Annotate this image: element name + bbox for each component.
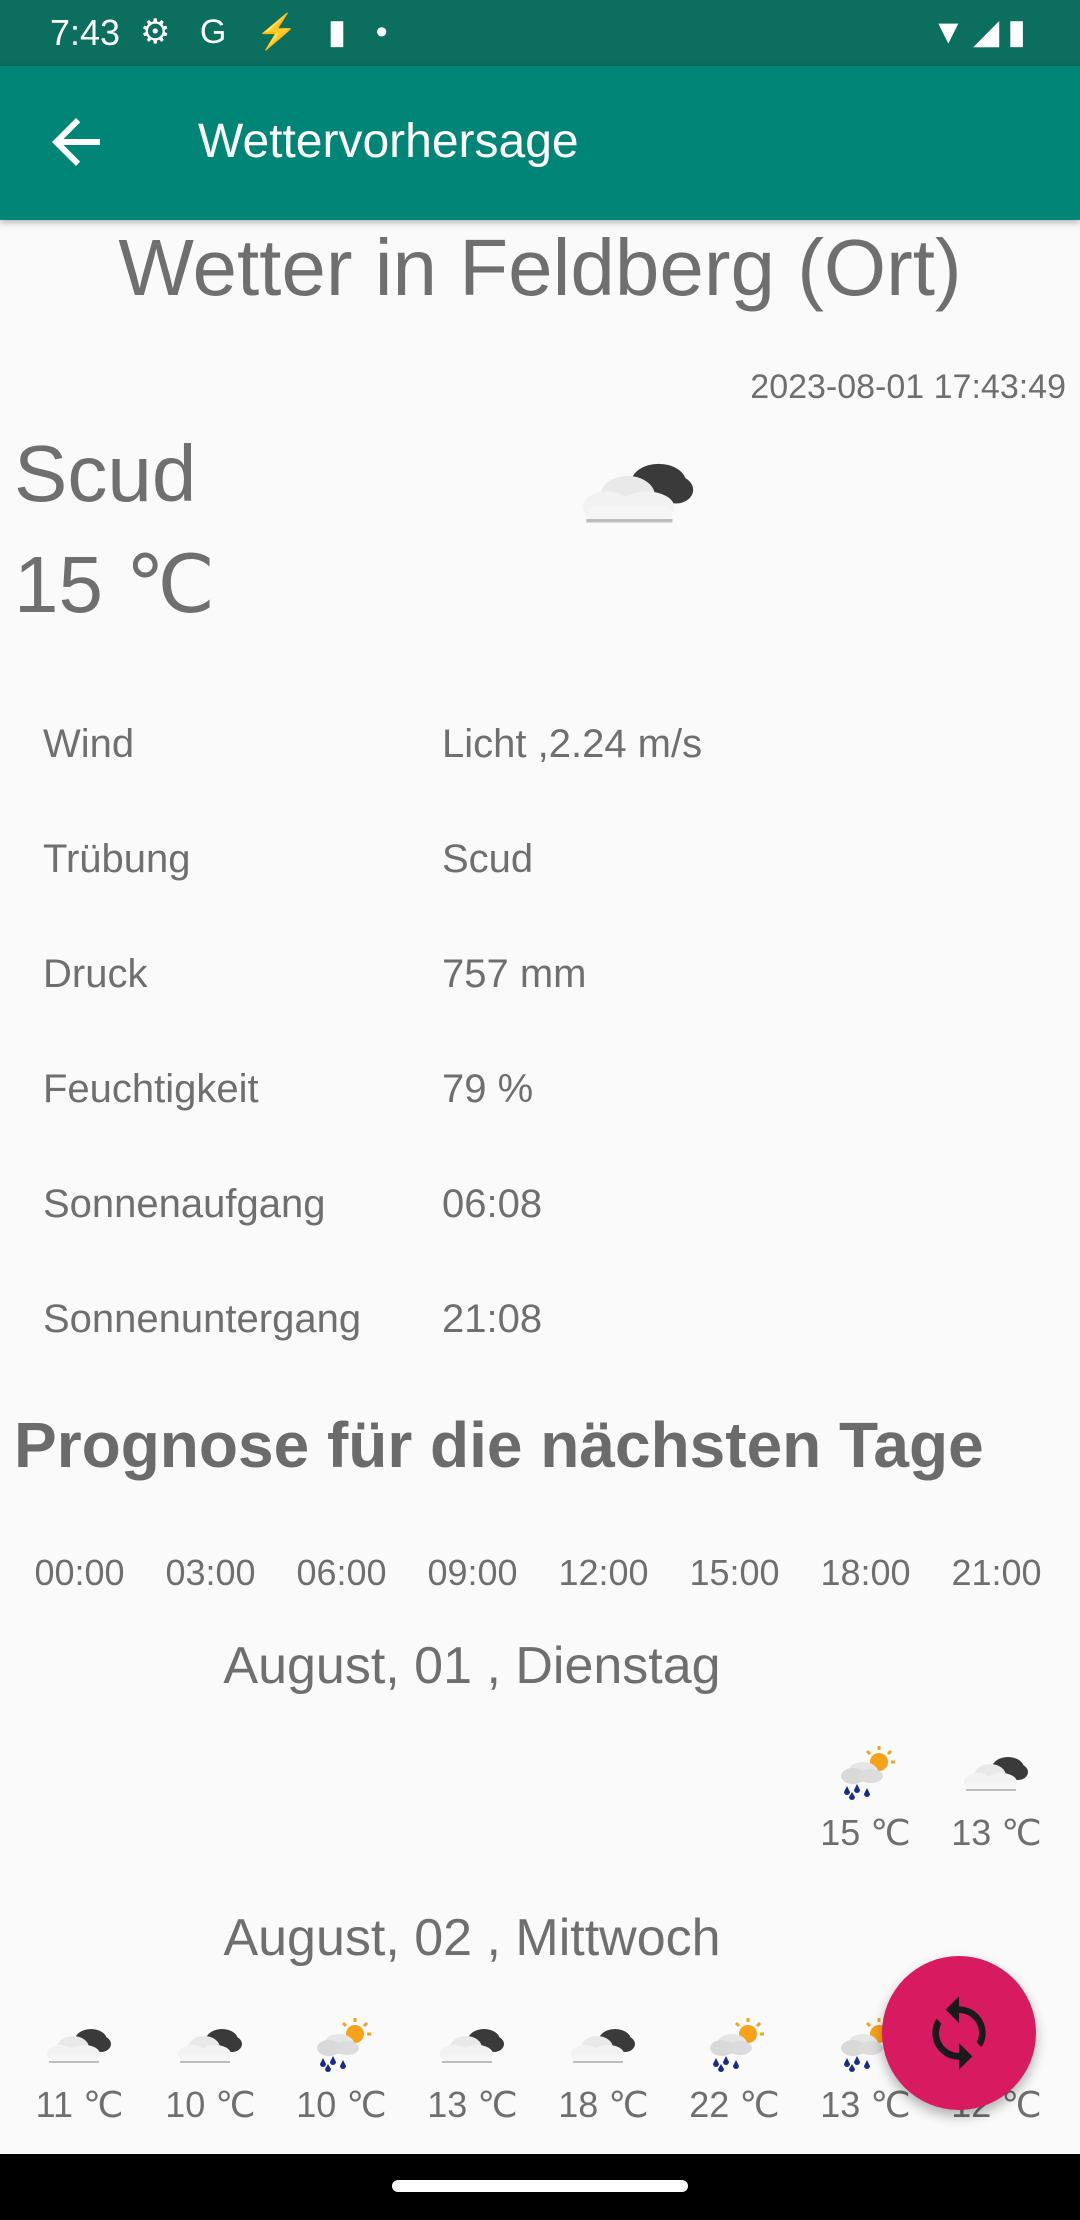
detail-value-sunset: 21:08: [442, 1297, 543, 1341]
cloudy-icon: [956, 1742, 1036, 1800]
forecast-hour-label: 03:00: [165, 1552, 256, 1593]
forecast-temperature: 13 ℃: [427, 2084, 518, 2125]
forecast-temperature: 15 ℃: [820, 1812, 911, 1853]
forecast-hour-label: 15:00: [689, 1552, 780, 1593]
forecast-day-header: August, 01 , Dienstag: [223, 1637, 721, 1695]
refresh-button[interactable]: [882, 1956, 1036, 2110]
forecast-hour-label: 00:00: [34, 1552, 125, 1593]
detail-label-humidity: Feuchtigkeit: [43, 1067, 259, 1111]
refresh-icon: [932, 1996, 986, 2070]
detail-label-sunrise: Sonnenaufgang: [43, 1182, 326, 1226]
detail-value-wind: Licht ,2.24 m/s: [442, 722, 703, 766]
detail-value-pressure: 757 mm: [442, 952, 587, 996]
rain-sun-icon: [694, 2014, 774, 2072]
cloudy-icon: [170, 2014, 250, 2072]
forecast-hour-label: 12:00: [558, 1552, 649, 1593]
rain-sun-icon: [301, 2014, 381, 2072]
forecast-hour-label: 21:00: [951, 1552, 1042, 1593]
forecast-hour-label: 18:00: [820, 1552, 911, 1593]
detail-value-sunrise: 06:08: [442, 1182, 543, 1226]
cloudy-icon: [563, 2014, 643, 2072]
status-system-icons: ▼◢▮: [931, 13, 1034, 51]
app-title: Wettervorhersage: [198, 115, 579, 168]
forecast-day-header: August, 02 , Mittwoch: [223, 1909, 721, 1967]
status-notification-icons: ⚙ G ⚡ ▮ •: [140, 13, 398, 51]
forecast-temperature: 18 ℃: [558, 2084, 649, 2125]
arrow-left-icon[interactable]: [40, 106, 112, 178]
detail-label-wind: Wind: [43, 722, 135, 766]
updated-timestamp: 2023-08-01 17:43:49: [750, 368, 1066, 406]
forecast-temperature: 22 ℃: [689, 2084, 780, 2125]
forecast-hour-label: 09:00: [427, 1552, 518, 1593]
app-bar: Wettervorhersage: [0, 66, 1080, 220]
cloudy-icon: [432, 2014, 512, 2072]
status-time: 7:43: [50, 12, 121, 53]
forecast-temperature: 10 ℃: [296, 2084, 387, 2125]
weather-description: Scud: [14, 429, 197, 518]
forecast-temperature: 11 ℃: [35, 2084, 124, 2125]
cloudy-icon: [39, 2014, 119, 2072]
current-temperature: 15 ℃: [14, 540, 216, 629]
home-handle[interactable]: [392, 2180, 688, 2192]
detail-value-cloudiness: Scud: [442, 837, 534, 881]
city-title: Wetter in Feldberg (Ort): [118, 223, 962, 312]
forecast-title: Prognose für die nächsten Tage: [14, 1409, 984, 1481]
detail-label-sunset: Sonnenuntergang: [43, 1297, 362, 1341]
cloudy-icon: [568, 438, 708, 538]
detail-label-pressure: Druck: [43, 952, 148, 996]
rain-sun-icon: [825, 1742, 905, 1800]
detail-value-humidity: 79 %: [442, 1067, 534, 1111]
forecast-temperature: 10 ℃: [165, 2084, 256, 2125]
status-bar: 7:43 ⚙ G ⚡ ▮ • ▼◢▮: [0, 0, 1080, 66]
forecast-temperature: 13 ℃: [951, 1812, 1042, 1853]
forecast-hour-label: 06:00: [296, 1552, 387, 1593]
detail-label-cloudiness: Trübung: [43, 837, 191, 881]
